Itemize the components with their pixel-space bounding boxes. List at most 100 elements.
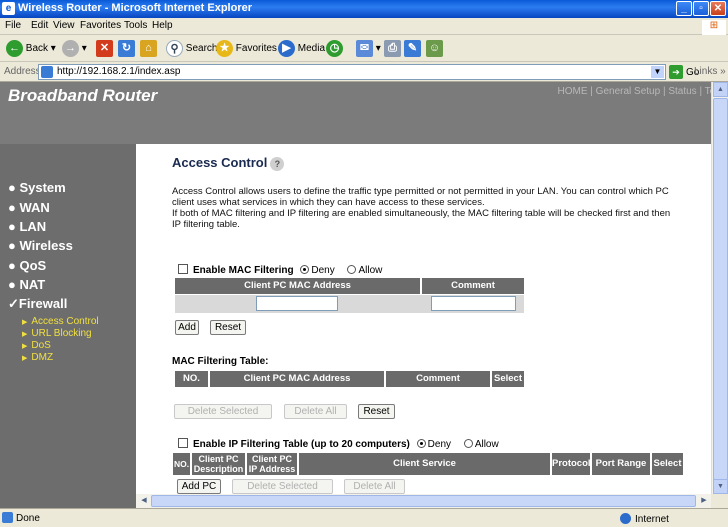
address-dropdown-icon[interactable]: ▼	[651, 66, 664, 78]
sidebar-subitem-dos[interactable]: ▶ DoS	[22, 340, 51, 351]
top-nav[interactable]: HOME | General Setup | Status | Tools	[558, 86, 711, 97]
menu-favorites[interactable]: Favorites	[80, 20, 121, 31]
mac-col-header: Client PC MAC Address	[175, 278, 420, 294]
stop-button[interactable]: ✕	[96, 39, 113, 58]
media-icon: ▶	[278, 39, 295, 57]
maximize-button[interactable]: ▫	[693, 1, 709, 16]
page-title: Access Control?	[172, 155, 285, 171]
sidebar-label: QoS	[19, 258, 47, 273]
ip-delete-all-button[interactable]: Delete All	[344, 479, 405, 494]
arrow-right-icon: ▶	[22, 343, 28, 350]
mac-table-col-comment: Comment	[386, 371, 490, 387]
status-text: Done	[16, 513, 40, 524]
favorites-button[interactable]: ★ Favorites	[216, 39, 277, 58]
minimize-button[interactable]: _	[676, 1, 692, 16]
help-icon[interactable]: ?	[270, 156, 285, 171]
close-button[interactable]: ✕	[710, 1, 726, 16]
main-content: Access Control? Access Control allows us…	[172, 144, 692, 494]
home-button[interactable]: ⌂	[140, 39, 157, 58]
page-viewport: Broadband Router HOME | General Setup | …	[0, 82, 711, 494]
sidebar-label: Wireless	[19, 238, 73, 253]
menu-file[interactable]: File	[5, 20, 21, 31]
enable-ip-label: Enable IP Filtering Table (up to 20 comp…	[193, 439, 410, 450]
menu-edit[interactable]: Edit	[31, 20, 48, 31]
links-button[interactable]: Links »	[694, 66, 726, 77]
sidebar-item-firewall[interactable]: ✓Firewall	[8, 296, 67, 312]
ip-allow-radio[interactable]	[463, 439, 473, 448]
scroll-up-icon[interactable]: ▲	[713, 82, 728, 97]
sidebar-subitem-url-blocking[interactable]: ▶ URL Blocking	[22, 328, 92, 339]
add-pc-button[interactable]: Add PC	[177, 479, 221, 494]
mac-table-col-no: NO.	[175, 371, 208, 387]
sidebar: ● System ● WAN ● LAN ● Wireless ● QoS ● …	[0, 144, 136, 494]
reset-button[interactable]: Reset	[210, 320, 246, 335]
menu-help[interactable]: Help	[152, 20, 173, 31]
sidebar-label: Firewall	[18, 296, 68, 311]
sidebar-label: LAN	[19, 219, 47, 234]
back-arrow-icon: ←	[6, 39, 23, 57]
comment-col-header: Comment	[422, 278, 524, 294]
toolbar: ← Back ▾ → ▾ ✕ ↻ ⌂ ⚲ Search ★ Favorites …	[0, 35, 728, 62]
sidebar-item-wireless[interactable]: ● Wireless	[8, 238, 73, 253]
description: Access Control allows users to define th…	[172, 186, 677, 230]
add-button[interactable]: Add	[175, 320, 199, 335]
edit-button[interactable]: ✎	[404, 39, 421, 58]
enable-ip-filtering-checkbox[interactable]	[178, 438, 188, 448]
scroll-left-icon[interactable]: ◀	[137, 494, 151, 508]
subitem-label: URL Blocking	[31, 328, 92, 339]
address-input[interactable]: http://192.168.2.1/index.asp ▼	[38, 64, 666, 80]
mac-deny-radio[interactable]	[300, 265, 310, 274]
mac-table-col-select: Select	[492, 371, 524, 387]
scroll-down-icon[interactable]: ▼	[713, 479, 728, 494]
mac-allow-label: Allow	[358, 265, 383, 276]
search-button[interactable]: ⚲ Search	[166, 39, 217, 58]
vertical-scroll-thumb[interactable]	[713, 98, 728, 480]
edit-icon: ✎	[404, 39, 421, 57]
horizontal-scrollbar[interactable]: ◀ ▶	[136, 494, 711, 508]
menu-tools[interactable]: Tools	[124, 20, 147, 31]
mail-button[interactable]: ✉ ▾	[356, 39, 381, 58]
description-text-2: If both of MAC filtering and IP filterin…	[172, 208, 671, 230]
stop-icon: ✕	[96, 39, 113, 57]
history-button[interactable]: ◷	[326, 39, 343, 58]
ip-deny-radio[interactable]	[416, 439, 426, 448]
ie-app-icon: e	[2, 2, 15, 15]
messenger-icon: ☺	[426, 39, 443, 57]
forward-button[interactable]: → ▾	[62, 39, 87, 58]
vertical-scrollbar[interactable]: ▲ ▼	[711, 82, 728, 494]
sidebar-subitem-dmz[interactable]: ▶ DMZ	[22, 352, 53, 363]
mac-delete-all-button[interactable]: Delete All	[284, 404, 347, 419]
mac-allow-radio[interactable]	[347, 265, 357, 274]
go-arrow-icon: ➔	[669, 65, 683, 79]
mac-reset-button[interactable]: Reset	[358, 404, 395, 419]
ip-col-description: Client PC Description	[192, 453, 245, 475]
arrow-right-icon: ▶	[22, 319, 28, 326]
media-button[interactable]: ▶ Media	[278, 39, 325, 58]
sidebar-item-lan[interactable]: ● LAN	[8, 219, 46, 234]
page-icon	[41, 66, 53, 78]
horizontal-scroll-thumb[interactable]	[151, 495, 696, 507]
subitem-label: DMZ	[31, 352, 54, 363]
scroll-right-icon[interactable]: ▶	[697, 494, 711, 508]
back-button[interactable]: ← Back ▾	[6, 39, 56, 58]
sidebar-label: NAT	[19, 277, 46, 292]
sidebar-item-wan[interactable]: ● WAN	[8, 200, 50, 215]
ip-delete-selected-button[interactable]: Delete Selected	[232, 479, 333, 494]
ip-col-client-service: Client Service	[299, 453, 550, 475]
security-zone: Internet	[620, 513, 669, 525]
sidebar-item-nat[interactable]: ● NAT	[8, 277, 45, 292]
mac-delete-selected-button[interactable]: Delete Selected	[174, 404, 272, 419]
menu-view[interactable]: View	[53, 20, 75, 31]
refresh-button[interactable]: ↻	[118, 39, 135, 58]
mac-comment-input[interactable]	[431, 296, 516, 311]
mac-address-input[interactable]	[256, 296, 338, 311]
messenger-button[interactable]: ☺	[426, 39, 443, 58]
print-button[interactable]: ⎙	[384, 39, 401, 58]
mac-filter-row: Enable MAC Filtering Deny Allow	[178, 264, 382, 276]
print-icon: ⎙	[384, 39, 401, 57]
sidebar-item-system[interactable]: ● System	[8, 180, 66, 195]
sidebar-item-qos[interactable]: ● QoS	[8, 258, 46, 273]
sidebar-subitem-access-control[interactable]: ▶ Access Control	[22, 316, 99, 327]
enable-mac-filtering-checkbox[interactable]	[178, 264, 188, 274]
history-icon: ◷	[326, 39, 343, 57]
